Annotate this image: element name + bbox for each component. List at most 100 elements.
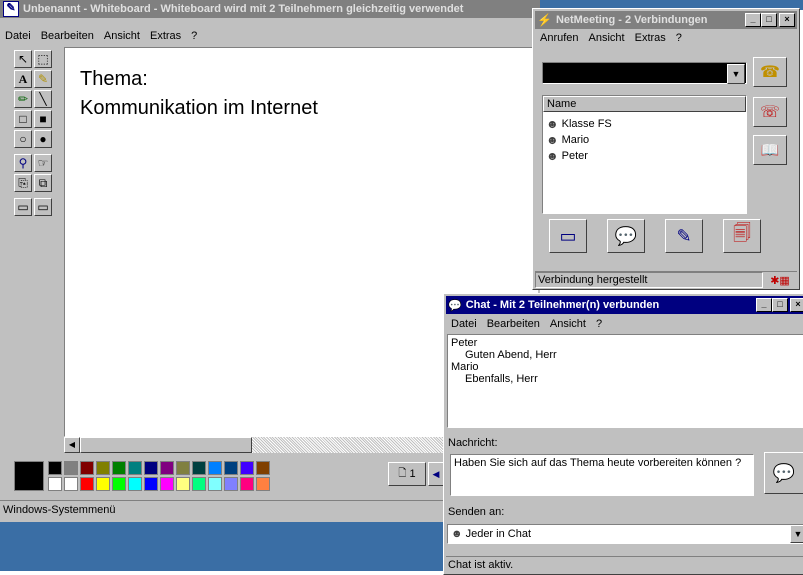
- palette-color-swatch[interactable]: [144, 461, 158, 475]
- chat-app-icon[interactable]: 💬: [448, 299, 462, 312]
- palette-color-swatch[interactable]: [160, 477, 174, 491]
- palette-color-swatch[interactable]: [208, 461, 222, 475]
- whiteboard-app-icon[interactable]: ✎: [3, 1, 19, 17]
- palette-color-swatch[interactable]: [128, 477, 142, 491]
- palette-color-swatch[interactable]: [96, 477, 110, 491]
- palette-color-swatch[interactable]: [112, 477, 126, 491]
- palette-color-swatch[interactable]: [256, 461, 270, 475]
- message-input[interactable]: Haben Sie sich auf das Thema heute vorbe…: [450, 454, 754, 496]
- place-call-button[interactable]: ☎: [753, 57, 787, 87]
- highlighter-tool-icon[interactable]: ✎: [34, 70, 52, 88]
- directory-button[interactable]: 📖: [753, 135, 787, 165]
- share-program-button[interactable]: ▭: [549, 219, 587, 253]
- palette-color-swatch[interactable]: [128, 461, 142, 475]
- chat-menu-datei[interactable]: Datei: [451, 318, 477, 330]
- palette-color-swatch[interactable]: [144, 477, 158, 491]
- palette-color-black[interactable]: [48, 461, 62, 475]
- palette-color-swatch[interactable]: [240, 477, 254, 491]
- netmeeting-app-icon[interactable]: ⚡: [537, 13, 552, 27]
- scroll-left-button[interactable]: ◀: [64, 437, 80, 453]
- hang-up-button[interactable]: ☏: [753, 97, 787, 127]
- menu-bearbeiten[interactable]: Bearbeiten: [41, 30, 94, 42]
- palette-color-swatch[interactable]: [64, 477, 78, 491]
- chat-statusbar: Chat ist aktiv.: [446, 556, 803, 573]
- palette-color-swatch[interactable]: [208, 477, 222, 491]
- menu-extras[interactable]: Extras: [150, 30, 181, 42]
- phone-call-icon: ☎: [760, 64, 780, 81]
- whiteboard-button[interactable]: ✎: [665, 219, 703, 253]
- chat-close-button[interactable]: ×: [790, 298, 803, 312]
- palette-color-swatch[interactable]: [112, 461, 126, 475]
- send-to-dropdown[interactable]: ☻ Jeder in Chat ▼: [447, 524, 803, 544]
- text-tool-icon[interactable]: A: [14, 70, 32, 88]
- palette-color-swatch[interactable]: [192, 461, 206, 475]
- palette-color-swatch[interactable]: [80, 477, 94, 491]
- participants-list[interactable]: Name ☻ Klasse FS ☻ Mario ☻ Peter: [542, 95, 747, 214]
- close-button[interactable]: ×: [779, 13, 795, 27]
- desktop-background: [0, 522, 445, 571]
- menu-datei[interactable]: Datei: [5, 30, 31, 42]
- list-header-name[interactable]: Name: [543, 96, 746, 112]
- filled-ellipse-tool-icon[interactable]: ●: [34, 130, 52, 148]
- palette-color-swatch[interactable]: [160, 461, 174, 475]
- participant-row[interactable]: ☻ Peter: [546, 148, 746, 164]
- palette-color-swatch[interactable]: [256, 477, 270, 491]
- call-address-combobox[interactable]: ▼: [542, 62, 747, 84]
- file-transfer-button[interactable]: 🗐: [723, 219, 761, 253]
- palette-color-swatch[interactable]: [240, 461, 254, 475]
- chat-menu-help[interactable]: ?: [596, 318, 602, 330]
- chevron-down-icon[interactable]: ▼: [727, 64, 745, 84]
- chat-minimize-button[interactable]: _: [756, 298, 772, 312]
- select-window-tool-icon[interactable]: ▭: [14, 198, 32, 216]
- menu-help[interactable]: ?: [191, 30, 197, 42]
- pen-tool-icon[interactable]: ✏: [14, 90, 32, 108]
- menu-extras-nm[interactable]: Extras: [635, 32, 666, 44]
- maximize-button[interactable]: □: [761, 13, 777, 27]
- whiteboard-titlebar[interactable]: ✎ Unbenannt - Whiteboard - Whiteboard wi…: [0, 0, 540, 18]
- synchronize-tool-icon[interactable]: ⧉: [34, 174, 52, 192]
- select-screen-area-tool-icon[interactable]: ▭: [34, 198, 52, 216]
- menu-help-nm[interactable]: ?: [676, 32, 682, 44]
- chat-maximize-button[interactable]: □: [772, 298, 788, 312]
- group-icon: ☻: [451, 528, 463, 540]
- line-tool-icon[interactable]: ╲: [34, 90, 52, 108]
- palette-color-swatch[interactable]: [64, 461, 78, 475]
- palette-color-white-alt[interactable]: [48, 477, 62, 491]
- palette-color-swatch[interactable]: [192, 477, 206, 491]
- palette-color-swatch[interactable]: [176, 461, 190, 475]
- menu-anrufen[interactable]: Anrufen: [540, 32, 579, 44]
- filled-rectangle-tool-icon[interactable]: ■: [34, 110, 52, 128]
- palette-color-swatch[interactable]: [96, 461, 110, 475]
- ellipse-tool-icon[interactable]: ○: [14, 130, 32, 148]
- menu-ansicht-nm[interactable]: Ansicht: [589, 32, 625, 44]
- netmeeting-titlebar[interactable]: ⚡ NetMeeting - 2 Verbindungen _ □ ×: [535, 11, 797, 29]
- chat-button[interactable]: 💬: [607, 219, 645, 253]
- chat-titlebar[interactable]: 💬 Chat - Mit 2 Teilnehmer(n) verbunden _…: [446, 296, 803, 314]
- scroll-thumb[interactable]: [80, 437, 252, 453]
- color-palette: [14, 459, 284, 493]
- rectangle-tool-icon[interactable]: □: [14, 110, 32, 128]
- chevron-down-icon[interactable]: ▼: [790, 525, 803, 543]
- chat-history[interactable]: Peter Guten Abend, Herr Mario Ebenfalls,…: [447, 334, 803, 428]
- palette-color-swatch[interactable]: [176, 477, 190, 491]
- palette-color-swatch[interactable]: [80, 461, 94, 475]
- menu-ansicht[interactable]: Ansicht: [104, 30, 140, 42]
- chat-menu-bearbeiten[interactable]: Bearbeiten: [487, 318, 540, 330]
- participant-row[interactable]: ☻ Klasse FS: [546, 116, 746, 132]
- page-number-box[interactable]: 🗋 1: [388, 462, 426, 486]
- chat-menu-ansicht[interactable]: Ansicht: [550, 318, 586, 330]
- palette-color-swatch[interactable]: [224, 477, 238, 491]
- previous-page-button[interactable]: ◀: [428, 462, 444, 486]
- select-area-tool-icon[interactable]: ⬚: [34, 50, 52, 68]
- participant-row[interactable]: ☻ Mario: [546, 132, 746, 148]
- select-tool-icon[interactable]: ↖: [14, 50, 32, 68]
- zoom-tool-icon[interactable]: ⚲: [14, 154, 32, 172]
- minimize-button[interactable]: _: [745, 13, 761, 27]
- address-book-icon: 📖: [760, 142, 780, 159]
- lock-contents-tool-icon[interactable]: ⎘: [14, 174, 32, 192]
- whiteboard-icon: ✎: [676, 225, 692, 246]
- send-message-button[interactable]: 💬: [764, 452, 803, 494]
- palette-color-swatch[interactable]: [224, 461, 238, 475]
- remote-pointer-tool-icon[interactable]: ☞: [34, 154, 52, 172]
- chat-status-text: Chat ist aktiv.: [448, 559, 514, 571]
